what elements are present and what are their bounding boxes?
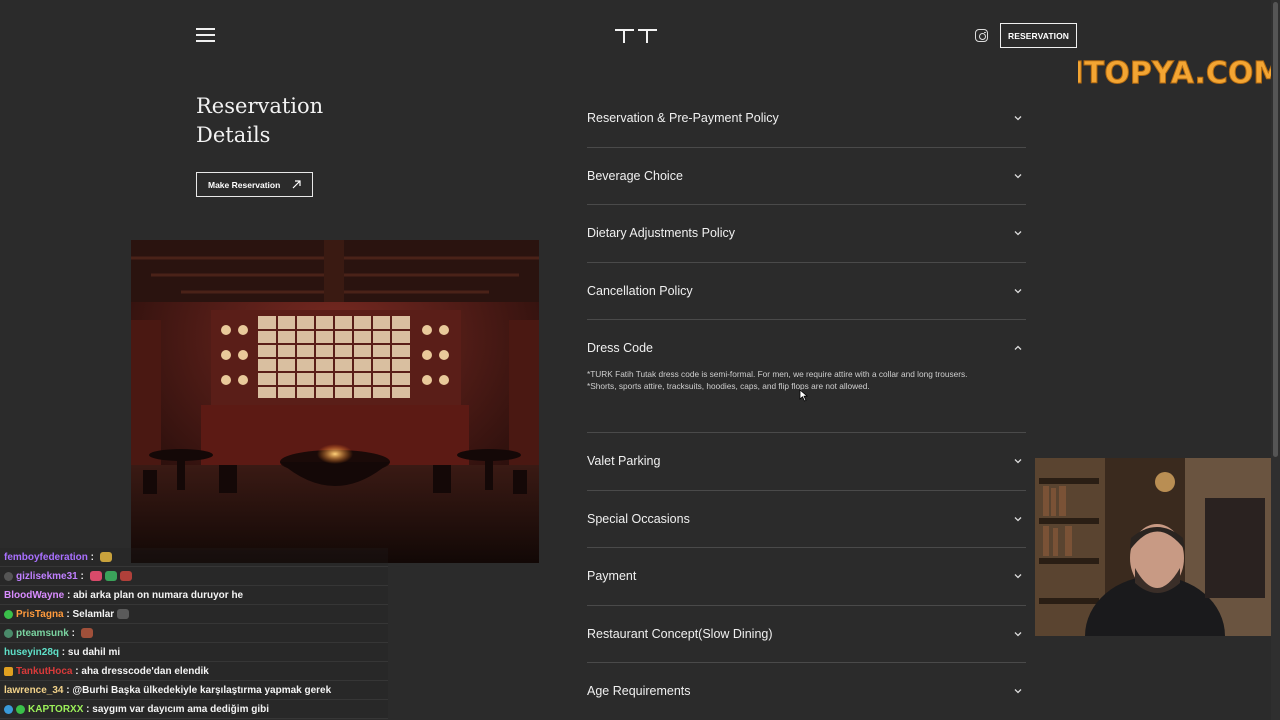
arrow-up-right-icon [292,180,301,189]
stream-chat: femboyfederation : gizlisekme31 : BloodW… [0,548,388,719]
chat-username: pteamsunk [16,627,69,639]
badge-icon [4,704,13,714]
accordion-header[interactable]: Cancellation Policy [587,263,1026,320]
chat-username: TankutHoca [16,665,73,677]
make-reservation-button[interactable]: Make Reservation [196,172,313,197]
chevron-down-icon [1014,173,1022,179]
accordion-item-dress-code[interactable]: Dress Code *TURK Fatih Tutak dress code … [587,320,1026,433]
accordion-item[interactable]: Beverage Choice [587,148,1026,205]
badge-icon [16,704,25,714]
mouse-cursor-icon [799,389,808,402]
chat-message: BloodWayne : abi arka plan on numara dur… [0,586,388,605]
chat-text: saygım var dayıcım ama dediğim gibi [92,703,270,715]
accordion-item[interactable]: Age Requirements [587,663,1026,720]
accordion-header[interactable]: Age Requirements [587,663,1026,720]
chat-username: huseyin28q [4,646,60,658]
emote-icon [89,571,102,581]
accordion-label: Dietary Adjustments Policy [587,226,735,241]
chat-message: PrisTagna : Selamlar [0,605,388,624]
accordion-label: Cancellation Policy [587,283,693,298]
page-title-line2: Details [196,123,271,147]
chevron-down-icon [1014,231,1022,236]
chat-text: @Burhi Başka ülkedekiyle karşılaştırma y… [72,684,332,696]
accordion-header[interactable]: Restaurant Concept(Slow Dining) [587,606,1026,663]
accordion-item[interactable]: Payment [587,548,1026,606]
tt-logo-icon[interactable] [614,28,658,44]
chevron-down-icon [1014,459,1022,464]
accordion-item[interactable]: Reservation & Pre-Payment Policy [587,90,1026,148]
chat-text: abi arka plan on numara duruyor he [73,589,244,601]
accordion-header[interactable]: Payment [587,548,1026,605]
chat-username: gizlisekme31 [16,570,78,582]
accordion-item[interactable]: Restaurant Concept(Slow Dining) [587,606,1026,663]
chevron-down-icon [1014,116,1022,121]
policy-accordion: Reservation & Pre-Payment Policy Beverag… [587,90,1026,720]
chat-message: KAPTORXX : saygım var dayıcım ama dediği… [0,700,388,719]
page-scrollbar[interactable] [1271,0,1280,720]
accordion-header[interactable]: Dietary Adjustments Policy [587,205,1026,262]
chevron-up-icon [1014,345,1022,350]
emote-icon [119,571,132,581]
accordion-label: Special Occasions [587,511,690,526]
chat-message: TankutHoca : aha dresscode'dan elendik [0,662,388,681]
badge-icon [4,571,13,581]
restaurant-photo [131,240,539,563]
chevron-down-icon [1014,516,1022,522]
chat-username: femboyfederation [4,551,88,563]
chat-text: Selamlar [72,608,115,620]
chevron-down-icon [1014,689,1022,694]
scrollbar-thumb[interactable] [1273,2,1278,457]
chat-text: su dahil mi [67,646,121,658]
accordion-label: Age Requirements [587,684,691,699]
chat-username: lawrence_34 [4,684,64,696]
chat-message: femboyfederation : [0,548,388,567]
hamburger-menu-icon[interactable] [196,28,215,42]
chevron-down-icon [1014,631,1022,637]
chat-text: aha dresscode'dan elendik [81,665,209,677]
accordion-header[interactable]: Beverage Choice [587,148,1026,205]
svg-text:ITOPYA.COM: ITOPYA.COM [1078,56,1278,91]
emote-icon [104,571,117,581]
accordion-label: Restaurant Concept(Slow Dining) [587,626,773,641]
accordion-label: Reservation & Pre-Payment Policy [587,111,779,126]
accordion-label: Dress Code [587,341,653,355]
badge-icon [4,666,13,676]
chevron-down-icon [1014,574,1022,579]
accordion-label: Valet Parking [587,454,661,469]
accordion-item[interactable]: Dietary Adjustments Policy [587,205,1026,263]
reservation-button[interactable]: RESERVATION [1000,23,1077,48]
emote-icon [99,552,112,562]
itopya-watermark-logo: ITOPYA.COM [1078,56,1278,92]
page-title-line1: Reservation [196,94,324,118]
chat-username: PrisTagna [16,608,64,620]
accordion-item[interactable]: Cancellation Policy [587,263,1026,320]
chat-username: KAPTORXX [28,703,84,715]
accordion-label: Payment [587,569,637,584]
accordion-item[interactable]: Special Occasions [587,491,1026,548]
accordion-header[interactable]: Special Occasions [587,491,1026,548]
accordion-item[interactable]: Valet Parking [587,433,1026,491]
accordion-label: Beverage Choice [587,168,683,183]
emote-icon [80,628,93,638]
accordion-header[interactable]: Valet Parking [587,433,1026,490]
emote-icon [117,609,130,619]
page-title: Reservation Details [196,92,396,150]
webcam-overlay [1035,458,1280,636]
chevron-down-icon [1014,288,1022,294]
badge-icon [4,609,13,619]
chat-message: lawrence_34 : @Burhi Başka ülkedekiyle k… [0,681,388,700]
accordion-header[interactable]: Dress Code [587,320,1026,376]
make-reservation-label: Make Reservation [208,179,281,190]
chat-message: huseyin28q : su dahil mi [0,643,388,662]
instagram-icon[interactable] [975,29,988,42]
chat-username: BloodWayne [4,589,65,601]
badge-icon [4,628,13,638]
chat-message: pteamsunk : [0,624,388,643]
accordion-header[interactable]: Reservation & Pre-Payment Policy [587,90,1026,147]
chat-message: gizlisekme31 : [0,567,388,586]
